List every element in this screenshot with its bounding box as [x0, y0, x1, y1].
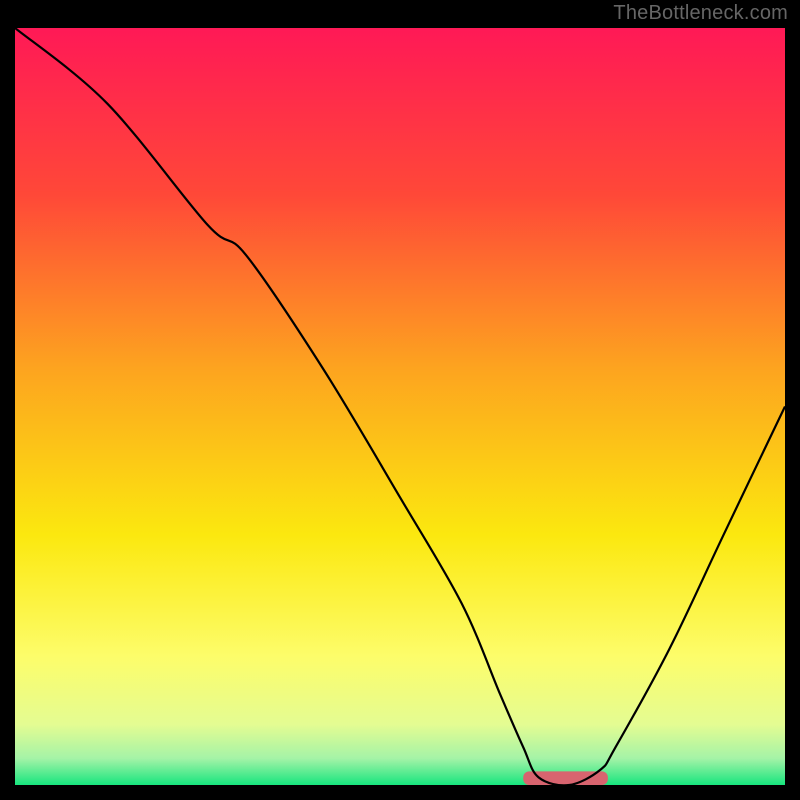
chart-frame: TheBottleneck.com — [0, 0, 800, 800]
watermark-label: TheBottleneck.com — [613, 2, 788, 25]
bottleneck-chart — [15, 28, 785, 785]
chart-background — [15, 28, 785, 785]
